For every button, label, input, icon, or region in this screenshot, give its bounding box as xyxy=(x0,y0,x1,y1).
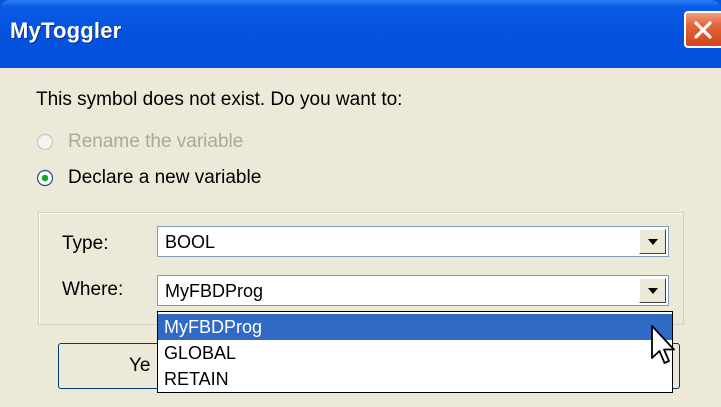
mouse-cursor-icon xyxy=(651,325,675,364)
type-label: Type: xyxy=(62,233,109,254)
yes-button-label: Ye xyxy=(129,355,151,376)
declare-variable-label: Declare a new variable xyxy=(68,167,262,188)
where-dropdown-button[interactable] xyxy=(639,278,666,303)
dropdown-option-global[interactable]: GLOBAL xyxy=(158,340,672,366)
rename-variable-label: Rename the variable xyxy=(68,131,244,152)
dialog-window: MyToggler This symbol does not exist. Do… xyxy=(0,0,721,407)
dropdown-option-retain[interactable]: RETAIN xyxy=(158,366,672,392)
chevron-down-icon xyxy=(648,239,658,245)
radio-checked-icon[interactable] xyxy=(36,169,54,187)
where-value: MyFBDProg xyxy=(165,281,264,301)
radio-unchecked-icon[interactable] xyxy=(36,133,54,151)
type-dropdown-button[interactable] xyxy=(639,229,666,254)
prompt-text: This symbol does not exist. Do you want … xyxy=(36,89,403,110)
window-title: MyToggler xyxy=(10,18,122,43)
close-button[interactable] xyxy=(684,11,721,48)
chevron-down-icon xyxy=(648,288,658,294)
type-value: BOOL xyxy=(165,232,216,252)
where-label: Where: xyxy=(62,279,124,300)
dropdown-option-myfbdprog[interactable]: MyFBDProg xyxy=(158,314,672,340)
where-dropdown-list[interactable]: MyFBDProg GLOBAL RETAIN xyxy=(157,311,673,393)
type-combobox[interactable]: BOOL xyxy=(157,226,669,257)
close-icon xyxy=(694,21,712,39)
where-combobox[interactable]: MyFBDProg xyxy=(157,275,669,306)
